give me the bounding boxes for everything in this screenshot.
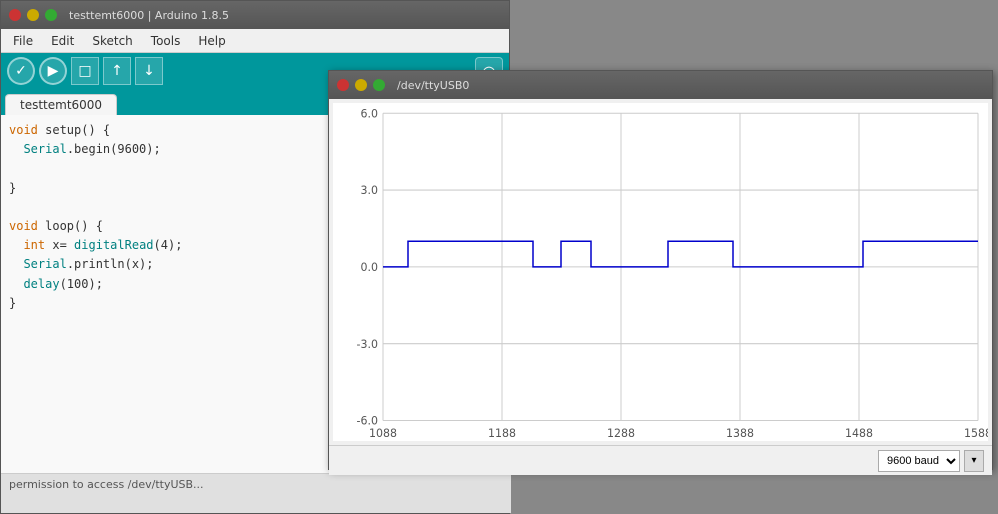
plotter-titlebar: /dev/ttyUSB0 [329,71,992,99]
svg-text:1188: 1188 [488,427,516,440]
baud-rate-select[interactable]: 9600 baud [878,450,960,472]
svg-text:1388: 1388 [726,427,754,440]
menu-sketch[interactable]: Sketch [84,32,140,50]
arduino-status-bar: permission to access /dev/ttyUSB... [1,473,511,513]
arduino-titlebar: testtemt6000 | Arduino 1.8.5 [1,1,509,29]
minimize-btn[interactable] [27,9,39,21]
svg-text:1288: 1288 [607,427,635,440]
menu-edit[interactable]: Edit [43,32,82,50]
svg-text:1588: 1588 [964,427,988,440]
open-button[interactable]: ↑ [103,57,131,85]
menu-help[interactable]: Help [190,32,233,50]
svg-text:-6.0: -6.0 [357,414,378,427]
svg-text:3.0: 3.0 [361,184,378,197]
arduino-title: testtemt6000 | Arduino 1.8.5 [69,9,229,22]
svg-text:6.0: 6.0 [361,107,378,120]
svg-text:1088: 1088 [369,427,397,440]
svg-text:-3.0: -3.0 [357,338,378,351]
plotter-chart-svg: 6.0 3.0 0.0 -3.0 -6.0 1088 1188 1288 138… [333,103,988,441]
serial-plotter-window: /dev/ttyUSB0 [328,70,993,470]
arduino-menubar: File Edit Sketch Tools Help [1,29,509,53]
close-btn[interactable] [9,9,21,21]
plotter-close-btn[interactable] [337,79,349,91]
status-text: permission to access /dev/ttyUSB... [9,478,204,491]
plotter-maximize-btn[interactable] [373,79,385,91]
plotter-footer: 9600 baud ▾ [329,445,992,475]
maximize-btn[interactable] [45,9,57,21]
plotter-chart-area: 6.0 3.0 0.0 -3.0 -6.0 1088 1188 1288 138… [333,103,988,441]
menu-file[interactable]: File [5,32,41,50]
verify-button[interactable]: ✓ [7,57,35,85]
plotter-title: /dev/ttyUSB0 [397,79,469,92]
new-button[interactable]: □ [71,57,99,85]
svg-text:1488: 1488 [845,427,873,440]
menu-tools[interactable]: Tools [143,32,189,50]
active-tab[interactable]: testtemt6000 [5,94,117,115]
upload-button[interactable]: ▶ [39,57,67,85]
plotter-minimize-btn[interactable] [355,79,367,91]
baud-dropdown-button[interactable]: ▾ [964,450,984,472]
svg-text:0.0: 0.0 [361,261,378,274]
save-button[interactable]: ↓ [135,57,163,85]
